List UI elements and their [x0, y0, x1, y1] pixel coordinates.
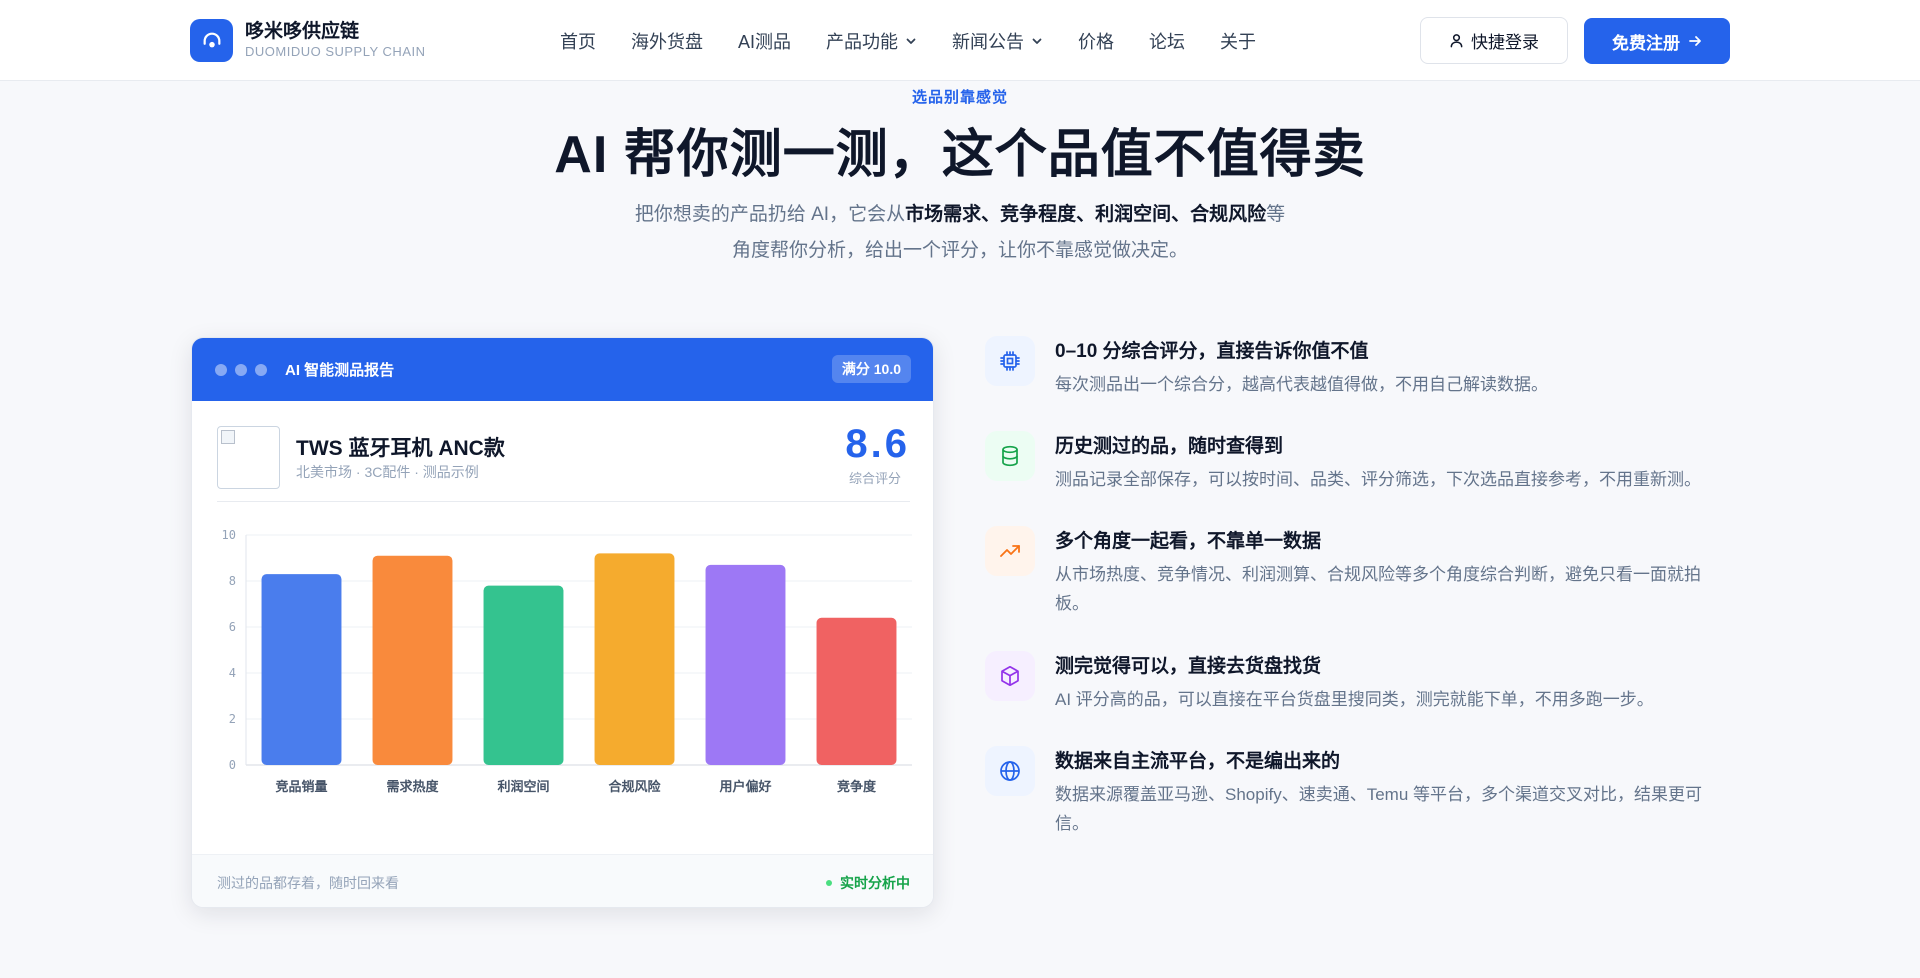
nav-item-overseas-supply[interactable]: 海外货盘 — [631, 28, 703, 54]
nav-label: 新闻公告 — [952, 31, 1025, 52]
nav-item-news[interactable]: 新闻公告 — [952, 28, 1043, 54]
user-icon — [1450, 34, 1463, 48]
x-tick-label: 需求热度 — [386, 779, 439, 794]
window-dot — [255, 363, 267, 376]
hero-subtitle-prefix: 把你想卖的产品扔给 AI，它会从 — [634, 204, 906, 225]
bar — [261, 574, 342, 765]
product-thumbnail — [217, 426, 280, 489]
feature-item: 多个角度一起看，不靠单一数据 从市场热度、竞争情况、利润测算、合规风险等多个角度… — [985, 526, 1725, 621]
x-tick-label: 用户偏好 — [718, 779, 771, 794]
nav-item-ai-test[interactable]: AI测品 — [738, 28, 791, 54]
arrow-right-icon — [1689, 36, 1701, 46]
y-tick-label: 4 — [229, 666, 236, 680]
feature-desc: 从市场热度、竞争情况、利润测算、合规风险等多个角度综合判断，避免只看一面就拍板。 — [1055, 565, 1701, 613]
feature-item: 测完觉得可以，直接去货盘找货 AI 评分高的品，可以直接在平台货盘里搜同类，测完… — [985, 651, 1725, 721]
live-status: 实时分析中 — [826, 873, 910, 893]
feature-title: 数据来自主流平台，不是编出来的 — [1055, 751, 1341, 772]
database-icon — [1002, 445, 1018, 467]
feature-title: 0–10 分综合评分，直接告诉你值不值 — [1055, 341, 1369, 362]
chevron-down-icon — [906, 38, 916, 44]
chevron-down-icon — [1032, 38, 1042, 44]
nav-label: 价格 — [1078, 31, 1115, 52]
feature-desc: 测品记录全部保存，可以按时间、品类、评分筛选，下次选品直接参考，不用重新测。 — [1055, 470, 1701, 489]
x-tick-label: 竞品销量 — [275, 779, 327, 794]
feature-icon-wrap — [985, 431, 1035, 481]
hero-subtitle-line2: 角度帮你分析，给出一个评分，让你不靠感觉做决定。 — [731, 240, 1188, 261]
brand-name: 哆米哆供应链 — [245, 21, 360, 42]
bar — [705, 564, 786, 765]
report-card-footer: 测过的品都存着，随时回来看 实时分析中 — [192, 854, 933, 907]
max-score-badge: 满分 10.0 — [831, 355, 911, 383]
nav-label: AI测品 — [738, 31, 792, 52]
login-button[interactable]: 快捷登录 — [1420, 17, 1568, 64]
brand-subtitle: DUOMIDUO SUPPLY CHAIN — [245, 44, 426, 59]
trend-up-icon — [1000, 545, 1020, 557]
product-summary: TWS 蓝牙耳机 ANC款 北美市场 · 3C配件 · 测品示例 8.6 综合评… — [217, 422, 910, 502]
y-tick-label: 10 — [222, 528, 236, 542]
feature-icon-wrap — [985, 526, 1035, 576]
score-bar-chart: 0 2 4 6 8 10 竞品销量 需求热度 利润空间 合规风险 用户偏好 竞争度 — [222, 528, 912, 794]
feature-desc: AI 评分高的品，可以直接在平台货盘里搜同类，测完就能下单，不用多跑一步。 — [1055, 690, 1654, 709]
product-meta: 北美市场 · 3C配件 · 测品示例 — [296, 464, 479, 480]
ai-report-card: AI 智能测品报告 满分 10.0 TWS 蓝牙耳机 ANC款 北美市场 · 3… — [191, 337, 934, 908]
hero-subtitle-suffix: 等 — [1266, 204, 1286, 225]
nav-label: 产品功能 — [826, 31, 899, 52]
top-navbar: 哆米哆供应链 DUOMIDUO SUPPLY CHAIN 首页 海外货盘 AI测… — [0, 0, 1920, 81]
live-status-label: 实时分析中 — [840, 875, 910, 891]
globe-icon — [1000, 761, 1020, 781]
feature-icon-wrap — [985, 336, 1035, 386]
report-card-header: AI 智能测品报告 满分 10.0 — [192, 338, 933, 401]
signup-label: 免费注册 — [1612, 33, 1680, 53]
feature-title: 多个角度一起看，不靠单一数据 — [1055, 531, 1322, 552]
signup-button[interactable]: 免费注册 — [1584, 18, 1730, 64]
feature-item: 数据来自主流平台，不是编出来的 数据来源覆盖亚马逊、Shopify、速卖通、Te… — [985, 746, 1725, 841]
y-tick-label: 0 — [229, 758, 236, 772]
feature-icon-wrap — [985, 651, 1035, 701]
overall-score: 8.6 — [845, 422, 910, 466]
hero-eyebrow: 选品别靠感觉 — [911, 89, 1008, 106]
window-dot — [235, 363, 247, 376]
live-dot — [826, 880, 832, 886]
bar — [816, 617, 897, 765]
nav-label: 论坛 — [1149, 31, 1186, 52]
nav-item-pricing[interactable]: 价格 — [1078, 28, 1114, 54]
y-tick-label: 6 — [229, 620, 236, 634]
bar — [372, 555, 453, 765]
feature-desc: 数据来源覆盖亚马逊、Shopify、速卖通、Temu 等平台，多个渠道交叉对比，… — [1055, 785, 1702, 833]
headset-logo-icon — [190, 19, 233, 62]
login-label: 快捷登录 — [1471, 33, 1539, 52]
nav-label: 首页 — [560, 31, 596, 52]
feature-item: 历史测过的品，随时查得到 测品记录全部保存，可以按时间、品类、评分筛选，下次选品… — [985, 431, 1725, 501]
feature-icon-wrap — [985, 746, 1035, 796]
feature-title: 测完觉得可以，直接去货盘找货 — [1055, 656, 1322, 677]
brand[interactable]: 哆米哆供应链 DUOMIDUO SUPPLY CHAIN — [190, 19, 426, 62]
nav-item-features[interactable]: 产品功能 — [826, 28, 917, 54]
nav-label: 关于 — [1220, 31, 1257, 52]
nav-item-home[interactable]: 首页 — [560, 28, 596, 54]
x-tick-label: 合规风险 — [608, 779, 661, 794]
nav-item-about[interactable]: 关于 — [1220, 28, 1256, 54]
feature-title: 历史测过的品，随时查得到 — [1055, 436, 1284, 457]
product-name: TWS 蓝牙耳机 ANC款 — [296, 437, 505, 460]
x-tick-label: 利润空间 — [497, 779, 549, 794]
feature-item: 0–10 分综合评分，直接告诉你值不值 每次测品出一个综合分，越高代表越值得做，… — [985, 336, 1725, 406]
y-tick-label: 2 — [229, 712, 236, 726]
nav-label: 海外货盘 — [631, 31, 703, 52]
bar — [483, 585, 564, 765]
window-dot — [215, 363, 227, 376]
hero-subtitle-bold: 市场需求、竞争程度、利润空间、合规风险 — [905, 204, 1267, 225]
x-tick-label: 竞争度 — [837, 779, 877, 794]
report-title: AI 智能测品报告 — [285, 362, 395, 379]
hero-subtitle: 把你想卖的产品扔给 AI，它会从市场需求、竞争程度、利润空间、合规风险等 角度帮… — [0, 197, 1920, 269]
box-icon — [1001, 665, 1019, 687]
y-tick-label: 8 — [229, 574, 236, 588]
feature-desc: 每次测品出一个综合分，越高代表越值得做，不用自己解读数据。 — [1055, 375, 1548, 394]
hero-title: AI 帮你测一测，这个品值不值得卖 — [554, 126, 1366, 184]
history-note: 测过的品都存着，随时回来看 — [217, 875, 399, 891]
bar — [594, 553, 675, 765]
chip-icon — [1000, 351, 1020, 371]
main-nav: 首页 海外货盘 AI测品 产品功能 新闻公告 价格 论坛 关于 — [560, 0, 1291, 81]
overall-score-label: 综合评分 — [848, 471, 901, 486]
nav-item-forum[interactable]: 论坛 — [1149, 28, 1185, 54]
